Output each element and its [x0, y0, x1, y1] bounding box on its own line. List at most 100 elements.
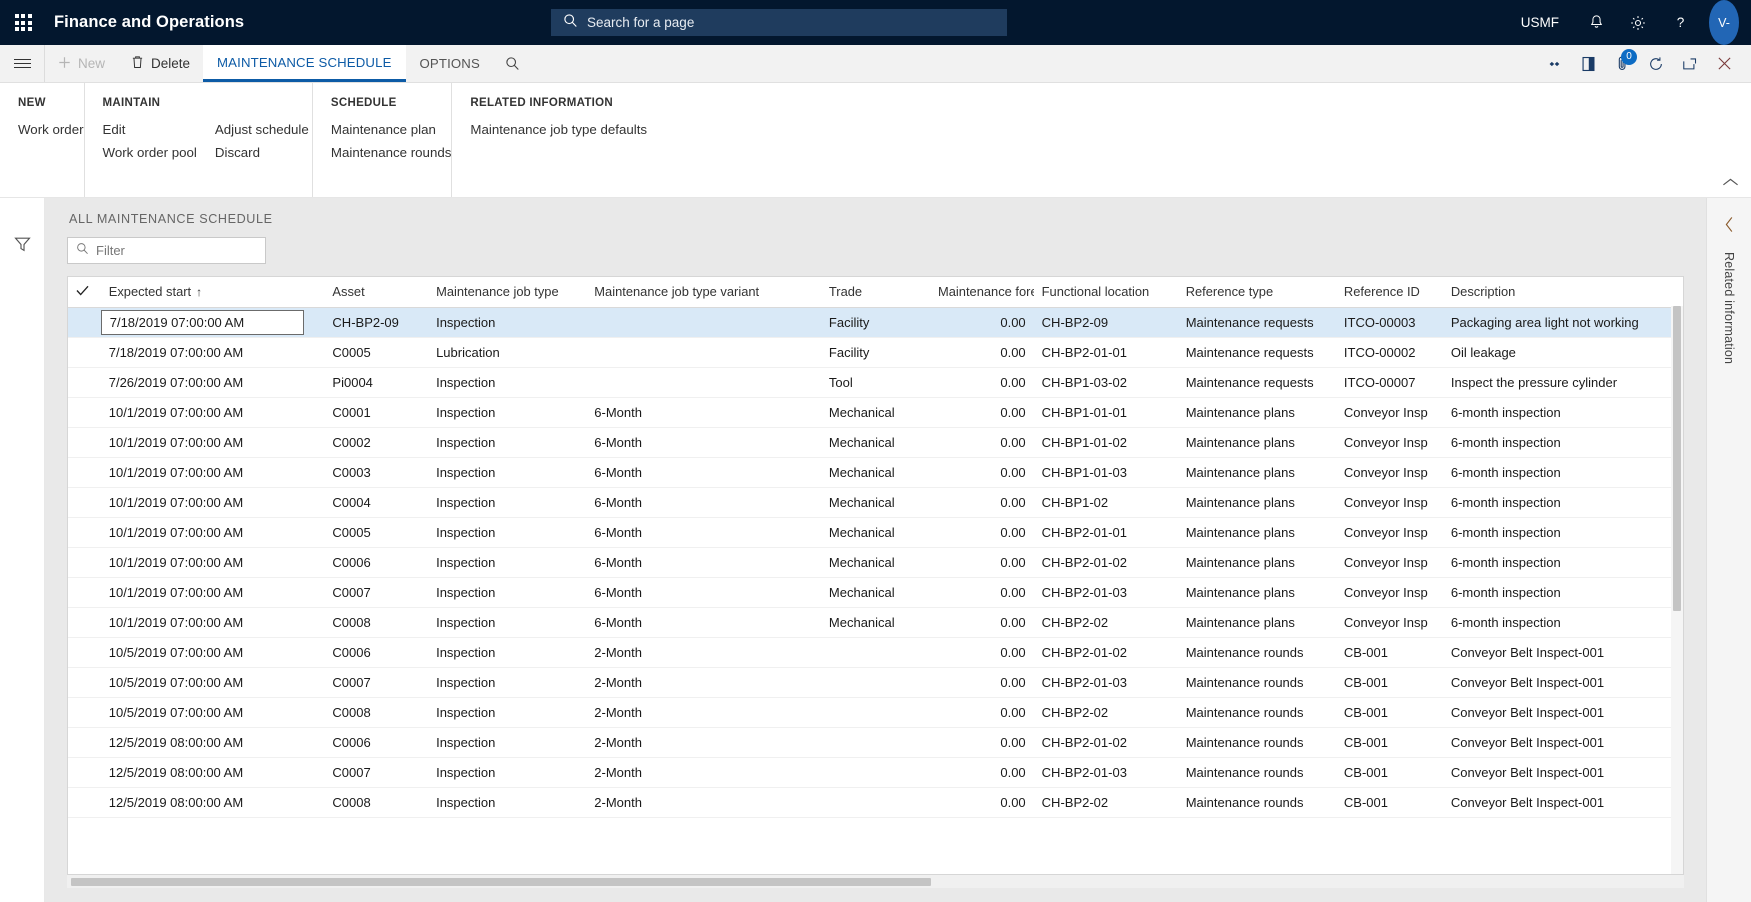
- cell-functional-location[interactable]: CH-BP1-01-02: [1033, 427, 1178, 458]
- table-row[interactable]: 10/5/2019 07:00:00 AM C0006 Inspection 2-Mo…: [68, 637, 1683, 668]
- cell-description[interactable]: 6-month inspection: [1442, 517, 1683, 548]
- column-header-trade[interactable]: Trade: [820, 277, 931, 308]
- cell-reference-id[interactable]: Conveyor Insp: [1335, 487, 1443, 518]
- cell-reference-type[interactable]: Maintenance plans: [1177, 607, 1336, 638]
- action-edit[interactable]: Edit: [103, 122, 197, 137]
- cell-functional-location[interactable]: CH-BP1-03-02: [1033, 367, 1178, 398]
- cell-maintenance-job-type-variant[interactable]: 2-Month: [586, 787, 821, 818]
- cell-expected-start[interactable]: 12/5/2019 08:00:00 AM: [100, 787, 325, 818]
- share-icon[interactable]: [1537, 45, 1571, 83]
- table-row[interactable]: 10/1/2019 07:00:00 AM C0008 Inspection 6-Mo…: [68, 607, 1683, 638]
- cell-description[interactable]: 6-month inspection: [1442, 607, 1683, 638]
- cell-reference-id[interactable]: Conveyor Insp: [1335, 427, 1443, 458]
- cell-expected-start[interactable]: 10/1/2019 07:00:00 AM: [100, 457, 325, 488]
- cell-trade[interactable]: Mechanical: [820, 517, 931, 548]
- table-row[interactable]: 10/1/2019 07:00:00 AM C0007 Inspection 6-Mo…: [68, 577, 1683, 608]
- cell-maintenance-job-type-variant[interactable]: 2-Month: [586, 637, 821, 668]
- cell-reference-id[interactable]: CB-001: [1335, 697, 1443, 728]
- cell-maintenance-job-type[interactable]: Inspection: [428, 367, 587, 398]
- grid-horizontal-scrollbar[interactable]: [67, 875, 1684, 888]
- cell-trade[interactable]: [820, 787, 931, 818]
- table-row[interactable]: 10/1/2019 07:00:00 AM C0002 Inspection 6-Mo…: [68, 427, 1683, 458]
- row-select-checkbox[interactable]: [68, 517, 101, 548]
- row-select-checkbox[interactable]: [68, 637, 101, 668]
- table-row[interactable]: 10/1/2019 07:00:00 AM C0006 Inspection 6-Mo…: [68, 547, 1683, 578]
- cell-trade[interactable]: [820, 757, 931, 788]
- cell-asset[interactable]: C0008: [324, 607, 429, 638]
- cell-asset[interactable]: C0001: [324, 397, 429, 428]
- cell-maintenance-forecast[interactable]: 0.00: [930, 427, 1034, 458]
- cell-reference-id[interactable]: Conveyor Insp: [1335, 607, 1443, 638]
- action-discard[interactable]: Discard: [215, 145, 312, 160]
- settings-gear-icon[interactable]: [1617, 0, 1659, 45]
- cell-maintenance-forecast[interactable]: 0.00: [930, 397, 1034, 428]
- cell-functional-location[interactable]: CH-BP2-01-03: [1033, 667, 1178, 698]
- cell-trade[interactable]: Mechanical: [820, 457, 931, 488]
- cell-maintenance-forecast[interactable]: 0.00: [930, 547, 1034, 578]
- action-maintenance-plan[interactable]: Maintenance plan: [331, 122, 452, 137]
- grid-vertical-scrollbar[interactable]: [1671, 306, 1683, 874]
- cell-asset[interactable]: C0005: [324, 337, 429, 368]
- action-work-order-pool[interactable]: Work order pool: [103, 145, 197, 160]
- cell-maintenance-job-type[interactable]: Inspection: [428, 427, 587, 458]
- cell-asset[interactable]: C0002: [324, 427, 429, 458]
- column-header-maintenance-forecast[interactable]: Maintenance forecast...: [930, 277, 1034, 308]
- cell-maintenance-job-type-variant[interactable]: 6-Month: [586, 577, 821, 608]
- row-select-checkbox[interactable]: [68, 367, 101, 398]
- cell-maintenance-job-type[interactable]: Inspection: [428, 457, 587, 488]
- column-header-maintenance-job-type-variant[interactable]: Maintenance job type variant: [586, 277, 821, 308]
- table-row[interactable]: 10/1/2019 07:00:00 AM C0001 Inspection 6-Mo…: [68, 397, 1683, 428]
- new-button[interactable]: New: [45, 45, 118, 82]
- cell-reference-id[interactable]: ITCO-00007: [1335, 367, 1443, 398]
- command-search-icon[interactable]: [494, 45, 532, 82]
- cell-maintenance-forecast[interactable]: 0.00: [930, 487, 1034, 518]
- cell-maintenance-job-type-variant[interactable]: 6-Month: [586, 397, 821, 428]
- cell-functional-location[interactable]: CH-BP2-01-03: [1033, 577, 1178, 608]
- cell-trade[interactable]: [820, 667, 931, 698]
- cell-maintenance-forecast[interactable]: 0.00: [930, 577, 1034, 608]
- cell-description[interactable]: Conveyor Belt Inspect-001: [1442, 667, 1683, 698]
- cell-description[interactable]: Oil leakage: [1442, 337, 1683, 368]
- cell-maintenance-forecast[interactable]: 0.00: [930, 337, 1034, 368]
- column-header-reference-id[interactable]: Reference ID: [1335, 277, 1443, 308]
- global-search-box[interactable]: Search for a page: [551, 9, 1007, 36]
- filter-funnel-icon[interactable]: [13, 236, 31, 258]
- cell-trade[interactable]: Mechanical: [820, 397, 931, 428]
- column-header-description[interactable]: Description: [1442, 277, 1683, 308]
- cell-functional-location[interactable]: CH-BP2-01-03: [1033, 757, 1178, 788]
- tab-maintenance-schedule[interactable]: MAINTENANCE SCHEDULE: [203, 45, 406, 82]
- cell-trade[interactable]: [820, 637, 931, 668]
- cell-maintenance-forecast[interactable]: 0.00: [930, 517, 1034, 548]
- scrollbar-thumb[interactable]: [71, 878, 931, 886]
- cell-functional-location[interactable]: CH-BP2-02: [1033, 607, 1178, 638]
- cell-asset[interactable]: C0006: [324, 547, 429, 578]
- cell-reference-id[interactable]: Conveyor Insp: [1335, 517, 1443, 548]
- cell-asset[interactable]: C0006: [324, 637, 429, 668]
- cell-maintenance-job-type[interactable]: Inspection: [428, 787, 587, 818]
- cell-maintenance-forecast[interactable]: 0.00: [930, 757, 1034, 788]
- cell-reference-id[interactable]: CB-001: [1335, 637, 1443, 668]
- app-launcher-icon[interactable]: [0, 0, 46, 45]
- cell-maintenance-job-type[interactable]: Inspection: [428, 547, 587, 578]
- cell-maintenance-job-type-variant[interactable]: 2-Month: [586, 697, 821, 728]
- cell-description[interactable]: 6-month inspection: [1442, 487, 1683, 518]
- cell-asset[interactable]: C0007: [324, 667, 429, 698]
- cell-reference-type[interactable]: Maintenance requests: [1177, 337, 1336, 368]
- cell-functional-location[interactable]: CH-BP2-01-02: [1033, 727, 1178, 758]
- cell-asset[interactable]: C0008: [324, 787, 429, 818]
- cell-expected-start[interactable]: 10/1/2019 07:00:00 AM: [100, 517, 325, 548]
- cell-maintenance-job-type-variant[interactable]: 6-Month: [586, 427, 821, 458]
- cell-reference-type[interactable]: Maintenance rounds: [1177, 637, 1336, 668]
- cell-maintenance-job-type-variant[interactable]: [586, 337, 821, 368]
- cell-reference-id[interactable]: ITCO-00002: [1335, 337, 1443, 368]
- table-row[interactable]: 10/5/2019 07:00:00 AM C0007 Inspection 2-Mo…: [68, 667, 1683, 698]
- cell-reference-id[interactable]: Conveyor Insp: [1335, 397, 1443, 428]
- row-select-checkbox[interactable]: [68, 577, 101, 608]
- cell-reference-type[interactable]: Maintenance plans: [1177, 427, 1336, 458]
- cell-reference-type[interactable]: Maintenance rounds: [1177, 727, 1336, 758]
- row-select-checkbox[interactable]: [68, 427, 101, 458]
- cell-reference-type[interactable]: Maintenance rounds: [1177, 757, 1336, 788]
- cell-maintenance-forecast[interactable]: 0.00: [930, 367, 1034, 398]
- cell-description[interactable]: 6-month inspection: [1442, 397, 1683, 428]
- cell-expected-start[interactable]: 10/1/2019 07:00:00 AM: [100, 547, 325, 578]
